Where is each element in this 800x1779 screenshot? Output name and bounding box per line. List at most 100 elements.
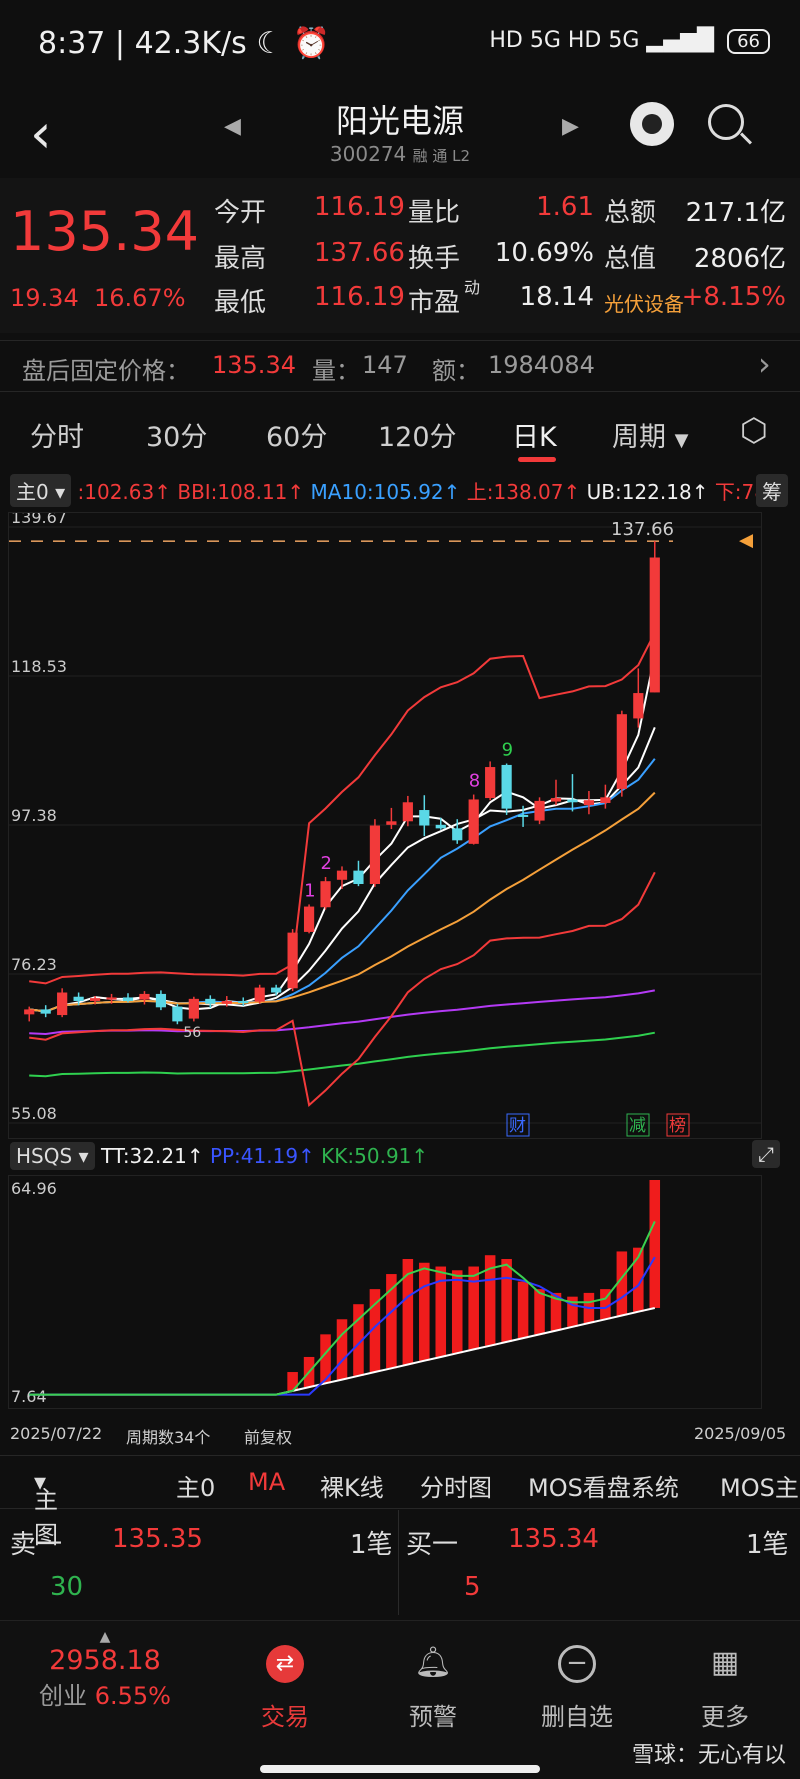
status-bar: 8:37 | 42.3K/s ☾ ⏰ HD 5G HD 5G ▂▄▆█ 66 [0,0,800,90]
minus-circle-icon: − [558,1645,596,1683]
quote-label-1-2: 换手 [408,244,461,274]
hsqs-bar [534,1289,545,1335]
after-hours-vol-label: 量： [312,357,360,385]
candle-body [435,824,446,829]
signal-marker: 9 [502,740,513,761]
candle-body [172,1006,183,1022]
candle-body [600,797,611,803]
nav-alert-label: 预警 [409,1703,457,1731]
next-stock-icon[interactable]: ▶ [562,114,579,139]
hsqs-bar [336,1319,348,1380]
stock-code: 300274 [329,142,407,166]
toolbar-mos-main[interactable]: MOS主 [720,1468,799,1503]
quote-value-1-3: 2806亿 [693,244,786,274]
after-hours-amt-label: 额： [432,357,480,385]
candle-body [303,906,315,932]
toolbar-main0[interactable]: 主0 [176,1468,215,1503]
toolbar-fenshi[interactable]: 分时图 [420,1468,492,1503]
nav-trade-label: 交易 [261,1703,309,1731]
candle-body [155,993,167,1008]
quote-label-0-3: 总额 [604,198,657,228]
chevron-down-icon: ▼ [674,430,689,451]
after-hours-amt: 1984084 [488,351,595,379]
candle-body [550,798,562,802]
tab-30min[interactable]: 30分 [146,415,207,454]
nav-more[interactable]: ▦ 更多 [670,1631,780,1741]
tab-60min[interactable]: 60分 [266,415,327,454]
buy1-label: 买一 [406,1530,459,1560]
candle-body [320,881,331,908]
quote-value-2-3: +8.15% [681,282,786,312]
stock-name: 阳光电源 [335,102,464,140]
chevron-right-icon: › [758,345,771,383]
sell1-label: 卖一 [10,1530,63,1560]
candle-body [221,1000,232,1004]
tab-120min[interactable]: 120分 [378,415,457,454]
hsqs-bar [419,1262,430,1361]
toolbar-ma[interactable]: MA [248,1468,285,1496]
candle-body [57,992,68,1016]
nav-alert[interactable]: 🔔︎ 预警 [378,1631,488,1741]
candle-body [501,764,512,809]
tab-period[interactable]: 周期 ▼ [612,415,688,454]
sub-indicator-label: HSQS [16,1144,73,1168]
chart-toolbar: 主图 ▾ 主0 MA 裸K线 分时图 MOS看盘系统 MOS主 [0,1455,800,1549]
candlestick-svg: 139.67 118.53 97.38 76.23 55.08 137.66 12 8 9 56 财… [9,508,761,1137]
y-tick-label: 97.38 [11,806,57,825]
high-arrow-icon [739,534,753,549]
tab-period-label: 周期 [612,422,666,453]
quote-label-2-3: 光伏设备 [604,292,684,316]
chip-distribution-button[interactable]: 筹 [756,474,788,507]
candle-body [254,987,265,1002]
main-indicator-select[interactable]: 主0 ▾ [10,474,72,507]
tab-fenshi[interactable]: 分时 [30,415,84,454]
quote-label-2-2: 市盈 [408,288,461,318]
sell1-price: 135.35 [112,1524,203,1554]
order-book: 卖一 135.35 1笔 30 买一 135.34 1笔 5 [0,1510,800,1615]
after-hours-bar[interactable]: 盘后固定价格： 135.34 量： 147 额： 1984084 › [0,340,800,392]
event-badge: 减 [629,1116,646,1136]
index-value: 2958.18 [49,1645,161,1676]
ind-ma10: MA10:105.92↑ [310,480,461,504]
hsqs-bar [501,1258,512,1342]
sub-indicator-select[interactable]: HSQS ▾ [10,1142,95,1170]
candle-body [419,810,430,826]
robot-assistant-icon[interactable] [630,102,674,146]
stock-header: ‹ ◀ 阳光电源 300274 融 通 L2 ▶ [0,90,800,180]
grid-icon: ▦ [710,1645,740,1680]
sub-max-label: 64.96 [11,1179,57,1198]
tab-daily-k[interactable]: 日K [512,415,557,454]
toolbar-naked-k[interactable]: 裸K线 [320,1468,384,1503]
search-icon[interactable] [708,104,744,140]
candle-body [353,870,364,885]
candle-body [485,767,496,799]
quote-value-1-2: 10.69% [494,238,594,268]
candle-body [567,799,578,803]
candlestick-chart[interactable]: 139.67 118.53 97.38 76.23 55.08 137.66 1 2 8 9 56 财… [8,508,762,1139]
ma-green [29,1031,655,1078]
settings-hex-icon[interactable]: ⬡ [740,411,768,449]
trade-icon: ⇄ [266,1645,304,1683]
candle-body [649,557,660,693]
quote-label-0-1: 今开 [214,198,267,228]
signal-marker: 2 [321,853,332,874]
expand-icon[interactable]: ⤢ [752,1140,780,1168]
adjust-mode[interactable]: 前复权 [244,1424,292,1448]
quote-value-1-1: 137.66 [314,238,405,268]
toolbar-mos-system[interactable]: MOS看盘系统 [528,1468,679,1503]
event-badge: 榜 [669,1116,686,1136]
price-change-pct: 16.67% [93,284,186,312]
index-ticker[interactable]: ▲ 2958.18 创业 6.55% [20,1629,190,1739]
book-divider [398,1510,399,1615]
candle-body [89,998,101,1001]
candle-body [122,997,134,1001]
hsqs-chart[interactable]: 64.96 7.64 [8,1175,762,1409]
toolbar-main-chart[interactable]: 主图 ▾ [34,1468,58,1549]
ind-ub: UB:122.18↑ [586,480,709,504]
hsqs-bar [468,1266,479,1350]
clock: 8:37 [38,26,106,61]
nav-remove-watch[interactable]: − 删自选 [522,1631,632,1741]
nav-remove-watch-label: 删自选 [541,1703,613,1731]
nav-trade[interactable]: ⇄ 交易 [230,1631,340,1741]
candle-body [517,814,529,817]
